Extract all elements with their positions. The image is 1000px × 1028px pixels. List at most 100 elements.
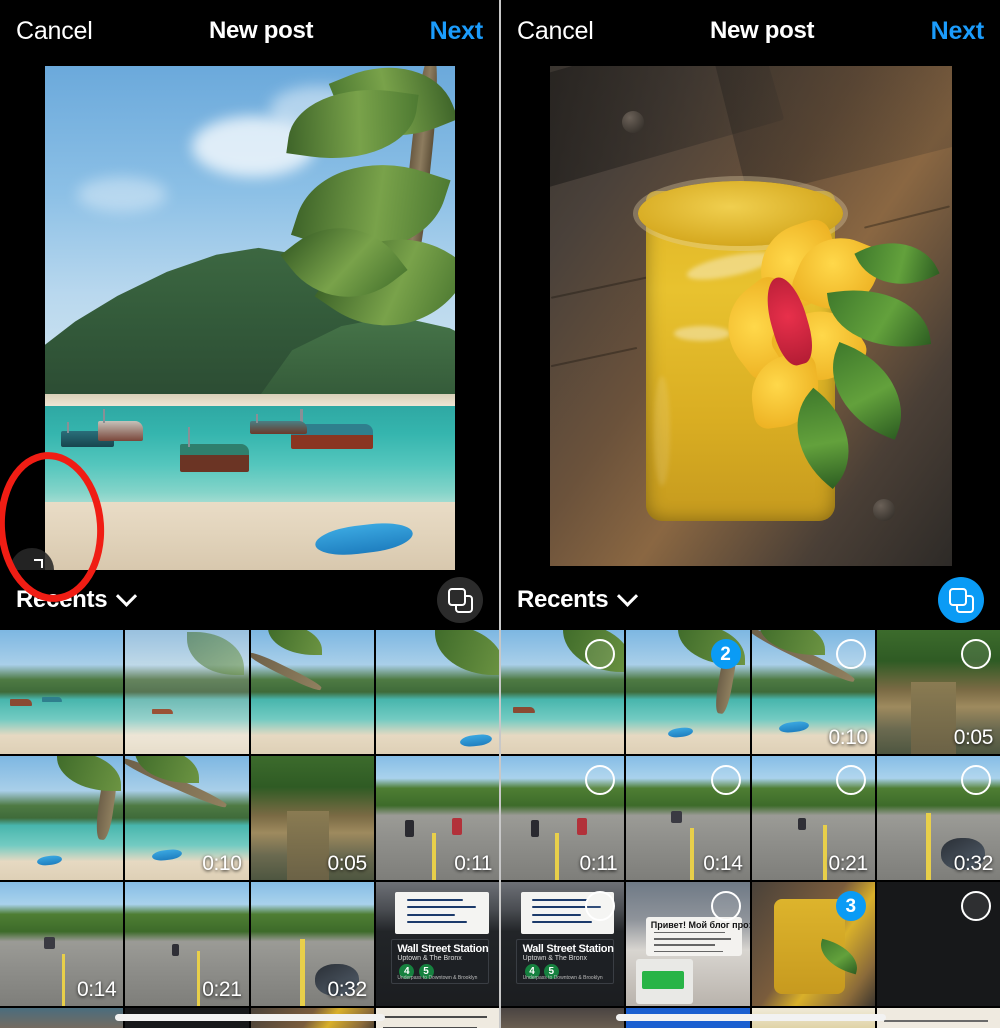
cancel-button[interactable]: Cancel xyxy=(517,17,594,46)
album-selector-bar: Recents xyxy=(0,570,499,630)
album-dropdown[interactable]: Recents xyxy=(517,585,639,614)
media-thumbnail[interactable]: 0:14 xyxy=(0,882,124,1006)
media-thumbnail[interactable] xyxy=(0,756,124,880)
video-duration: 0:32 xyxy=(327,978,367,1001)
media-thumbnail[interactable]: 0:32 xyxy=(250,882,374,1006)
media-thumbnail[interactable]: 0:11 xyxy=(375,756,499,880)
video-duration: 0:11 xyxy=(454,852,492,875)
selection-circle[interactable] xyxy=(710,765,741,795)
layers-icon xyxy=(948,587,974,613)
screenshot-panel-right: Cancel New post Next Recents 2 0:10 0:05… xyxy=(499,0,1000,1028)
media-thumbnail[interactable] xyxy=(250,630,374,754)
navigation-bar: Cancel New post Next xyxy=(501,0,1000,62)
poster xyxy=(395,891,490,935)
media-thumbnail-blog[interactable]: Привет! Мой блог про: xyxy=(626,882,750,1006)
layers-icon xyxy=(447,587,473,613)
selection-circle[interactable] xyxy=(835,765,866,795)
media-thumbnail[interactable] xyxy=(375,630,499,754)
station-sub2: Underpass to Downtown & Brooklyn xyxy=(397,974,478,981)
media-thumbnail-subway-sign[interactable]: Wall Street Station Uptown & The Bronx 4… xyxy=(501,882,625,1006)
preview-area xyxy=(0,62,499,592)
media-thumbnail-document[interactable] xyxy=(876,882,1000,1006)
media-thumbnail[interactable]: 0:11 xyxy=(501,756,625,880)
chevron-down-icon xyxy=(116,585,138,607)
media-thumbnail[interactable]: 0:10 xyxy=(751,630,875,754)
selection-number: 2 xyxy=(720,643,731,665)
next-button[interactable]: Next xyxy=(430,17,484,46)
video-duration: 0:21 xyxy=(202,978,242,1001)
station-sign: Wall Street Station Uptown & The Bronx 4… xyxy=(515,939,615,984)
album-selector-bar: Recents xyxy=(501,570,1000,630)
media-thumbnail-smoothie[interactable]: 3 xyxy=(751,882,875,1006)
album-name: Recents xyxy=(16,586,108,613)
media-grid-left: 0:10 0:05 0:11 0:14 0:21 0:32 Wall Stree… xyxy=(0,630,499,1028)
album-name: Recents xyxy=(517,586,609,613)
station-sub2: Underpass to Downtown & Brooklyn xyxy=(522,974,603,981)
smoothie-artwork xyxy=(549,66,952,566)
boat xyxy=(179,427,250,472)
media-thumbnail[interactable]: 0:21 xyxy=(125,882,249,1006)
wood-grain xyxy=(550,346,638,368)
video-duration: 0:21 xyxy=(828,852,868,875)
video-duration: 0:32 xyxy=(953,852,994,875)
media-thumbnail[interactable] xyxy=(125,630,249,754)
selection-circle[interactable] xyxy=(961,639,991,669)
selection-badge[interactable]: 2 xyxy=(710,639,741,669)
station-sub: Uptown & The Bronx xyxy=(522,955,588,963)
media-thumbnail[interactable] xyxy=(0,630,124,754)
preview-image-smoothie[interactable] xyxy=(549,66,952,566)
highlight xyxy=(674,326,731,341)
station-sign: Wall Street Station Uptown & The Bronx 4… xyxy=(390,939,490,984)
beach-artwork xyxy=(44,66,455,570)
media-thumbnail[interactable]: 0:10 xyxy=(125,756,249,880)
preview-area xyxy=(501,62,1000,570)
video-duration: 0:11 xyxy=(579,852,618,875)
media-thumbnail[interactable] xyxy=(0,1008,124,1028)
far-shore xyxy=(44,393,455,407)
dual-screenshot-comparison: Cancel New post Next Recents 0:10 0:05 0… xyxy=(0,0,1000,1028)
blog-heading: Привет! Мой блог про: xyxy=(650,919,750,930)
video-duration: 0:05 xyxy=(327,852,367,875)
media-thumbnail[interactable]: 2 xyxy=(626,630,750,754)
nail xyxy=(873,499,896,521)
preview-image-beach[interactable] xyxy=(44,66,455,570)
selection-badge[interactable]: 3 xyxy=(835,891,866,921)
wood-grain xyxy=(550,275,654,299)
media-thumbnail[interactable]: 0:32 xyxy=(876,756,1000,880)
video-duration: 0:14 xyxy=(76,978,117,1001)
media-thumbnail[interactable]: 0:14 xyxy=(626,756,750,880)
highlight xyxy=(654,376,671,486)
media-grid-right: 2 0:10 0:05 0:11 0:14 0:21 0:32 Wall Str… xyxy=(501,630,1000,1028)
media-thumbnail[interactable] xyxy=(375,1008,499,1028)
home-indicator xyxy=(615,1014,886,1021)
station-sub: Uptown & The Bronx xyxy=(397,955,462,963)
multi-select-button[interactable] xyxy=(437,577,483,623)
selection-circle[interactable] xyxy=(835,639,866,669)
next-button[interactable]: Next xyxy=(931,17,985,46)
chevron-down-icon xyxy=(617,585,639,607)
video-duration: 0:10 xyxy=(202,852,242,875)
selection-circle[interactable] xyxy=(710,891,741,921)
media-thumbnail[interactable] xyxy=(876,1008,1000,1028)
boat xyxy=(97,409,143,442)
station-name: Wall Street Station xyxy=(397,943,489,956)
album-dropdown[interactable]: Recents xyxy=(16,585,138,614)
screenshot-panel-left: Cancel New post Next Recents 0:10 0:05 0… xyxy=(0,0,499,1028)
video-duration: 0:14 xyxy=(703,852,743,875)
blog-card: Привет! Мой блог про: xyxy=(645,916,750,957)
selection-circle[interactable] xyxy=(961,765,991,795)
selection-circle[interactable] xyxy=(961,891,991,921)
media-thumbnail[interactable] xyxy=(501,1008,625,1028)
media-thumbnail[interactable]: 0:21 xyxy=(751,756,875,880)
boat xyxy=(249,413,307,434)
page-title: New post xyxy=(709,17,815,44)
cancel-button[interactable]: Cancel xyxy=(16,17,93,46)
media-thumbnail-subway-sign[interactable]: Wall Street Station Uptown & The Bronx 4… xyxy=(375,882,499,1006)
multi-select-button[interactable] xyxy=(938,577,984,623)
media-thumbnail[interactable]: 0:05 xyxy=(250,756,374,880)
home-indicator xyxy=(114,1014,385,1021)
media-thumbnail[interactable]: 0:05 xyxy=(876,630,1000,754)
cloud xyxy=(77,176,168,213)
navigation-bar: Cancel New post Next xyxy=(0,0,499,62)
media-thumbnail[interactable] xyxy=(501,630,625,754)
